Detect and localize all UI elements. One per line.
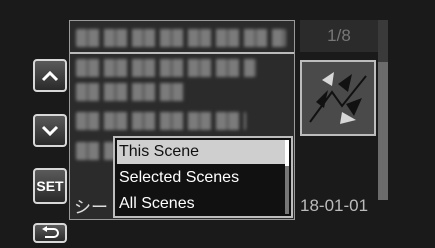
screen: SET シー 1/8 18-01-01 This Scene Selected …: [0, 0, 435, 248]
scroll-up-button[interactable]: [33, 59, 67, 92]
chevron-down-icon: [41, 125, 59, 136]
list-item[interactable]: [76, 142, 116, 160]
scroll-down-button[interactable]: [33, 114, 67, 147]
menu-item-this-scene[interactable]: This Scene: [117, 140, 287, 164]
menu-scrollbar[interactable]: [285, 140, 289, 214]
return-arrow-icon: [42, 226, 59, 238]
leaf-image-icon: [302, 62, 374, 134]
scrollbar-thumb[interactable]: [378, 20, 388, 62]
set-button-label: SET: [36, 178, 64, 194]
list-item[interactable]: [76, 59, 256, 77]
divider: [70, 52, 294, 54]
list-item[interactable]: [76, 83, 186, 101]
scene-date: 18-01-01: [300, 196, 369, 215]
chevron-up-icon: [41, 70, 59, 81]
list-item[interactable]: [76, 112, 246, 130]
scene-thumbnail: [300, 60, 376, 136]
menu-item-all-scenes[interactable]: All Scenes: [117, 192, 287, 216]
list-item[interactable]: [76, 29, 286, 47]
set-button[interactable]: SET: [33, 168, 67, 204]
menu-scrollbar-thumb[interactable]: [285, 140, 289, 166]
scene-label: シー: [74, 198, 108, 217]
scene-selection-menu: This Scene Selected Scenes All Scenes: [113, 136, 293, 218]
list-scrollbar[interactable]: [378, 20, 388, 200]
back-button[interactable]: [33, 223, 67, 243]
page-counter: 1/8: [300, 20, 378, 52]
menu-item-selected-scenes[interactable]: Selected Scenes: [117, 166, 287, 190]
